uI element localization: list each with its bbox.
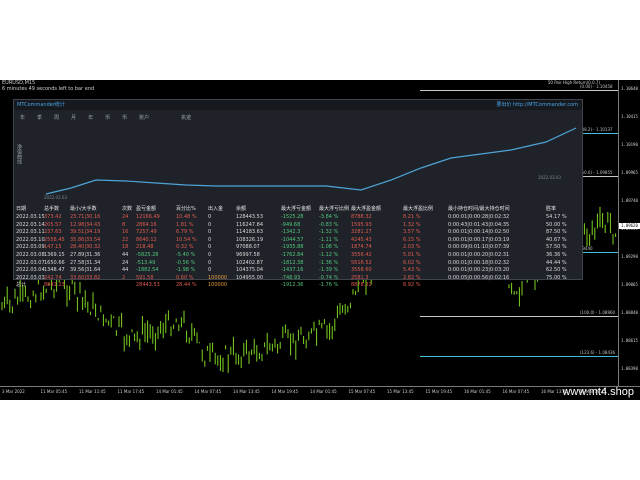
table-header-cell[interactable]: 出入金 xyxy=(208,205,223,213)
price-tick-label: 1.08390 xyxy=(621,366,638,371)
fibonacci-level-tag: (0.00) - 1.10458 xyxy=(580,84,613,89)
equity-line xyxy=(45,127,577,195)
equity-start-date: 2022.03.03 xyxy=(44,195,67,200)
period-toolbar: 年 季 周 月 年 币 币 账户 执迹 xyxy=(20,114,203,122)
fibonacci-level-line[interactable] xyxy=(420,90,618,91)
price-tick-label: 1.08615 xyxy=(621,338,638,343)
fibonacci-level-tag: (123.6) - 1.08436 xyxy=(580,350,616,355)
table-header-cell[interactable]: 最小持仓时间/最大持仓时间 xyxy=(448,205,510,213)
price-tick-label: 1.10640 xyxy=(621,86,638,91)
time-tick-label: 16 Mar 01:45 xyxy=(464,389,491,394)
table-header-cell[interactable]: 盈亏金额 xyxy=(136,205,156,213)
table-cell: 100000 xyxy=(208,282,228,289)
equity-curve xyxy=(45,127,577,195)
time-tick-label: 15 Mar 19:45 xyxy=(425,389,453,394)
time-tick-label: 3 Mar 2022 xyxy=(2,389,25,394)
table-cell: 8841.23 xyxy=(44,282,65,289)
toolbar-item[interactable]: 月 xyxy=(71,114,76,122)
table-header-cell[interactable]: 日期 xyxy=(16,205,26,213)
price-tick-label: 1.09290 xyxy=(621,254,638,259)
time-tick-label: 15 Mar 13:45 xyxy=(387,389,414,394)
toolbar-item[interactable]: 年 xyxy=(88,114,93,122)
table-header-cell[interactable]: 最小/大手数 xyxy=(70,205,97,213)
time-tick-label: 16 Mar 07:45 xyxy=(502,389,530,394)
price-tick-label: 1.09740 xyxy=(621,198,638,203)
table-header-cell[interactable]: 余额 xyxy=(236,205,246,213)
fibonacci-level-tag: (38.2) - 1.10137 xyxy=(580,127,613,132)
table-header-cell[interactable]: 次数 xyxy=(122,205,132,213)
statistics-panel[interactable]: MTCommander统计 要出价 http://MTCommander.com… xyxy=(13,99,583,288)
time-axis[interactable]: 3 Mar 2022 11 Mar 05:45 11 Mar 11:45 11 Mar… xyxy=(0,386,640,400)
table-total-row[interactable]: 总计 8841.23 28443.53 28.44 % 100000 -1912.36 -1… xyxy=(16,281,582,289)
time-tick-label: 15 Mar 07:45 xyxy=(348,389,376,394)
site-watermark: www.mt4.shop xyxy=(562,386,634,398)
table-header-cell[interactable]: 最大浮盈金额 xyxy=(351,205,381,213)
price-tick-label: 1.09065 xyxy=(621,282,638,287)
toolbar-item[interactable]: 年 xyxy=(20,114,25,122)
current-price-label: 1.09620 xyxy=(619,223,640,229)
time-tick-label: 14 Mar 19:45 xyxy=(271,389,299,394)
table-header-cell[interactable]: 胜率 xyxy=(546,205,556,213)
price-axis[interactable]: 1.106401.104151.101901.099651.097401.095… xyxy=(618,80,640,386)
table-header-cell[interactable]: 最大浮亏金额 xyxy=(281,205,311,213)
price-tick-label: 1.10190 xyxy=(621,142,638,147)
time-tick-label: 14 Mar 13:45 xyxy=(233,389,260,394)
time-tick-label: 11 Mar 11:45 xyxy=(79,389,106,394)
table-cell: 28443.53 xyxy=(136,282,160,289)
price-tick-label: 1.10415 xyxy=(621,114,638,119)
table-header-cell[interactable]: 百分比% xyxy=(176,205,196,213)
time-tick-label: 14 Mar 07:45 xyxy=(194,389,222,394)
toolbar-item[interactable]: 币 xyxy=(105,114,110,122)
fibonacci-level-tag: (50.0) - 1.09855 xyxy=(580,170,613,175)
time-tick-label: 14 Mar 01:45 xyxy=(310,389,337,394)
toolbar-item[interactable]: 执迹 xyxy=(181,114,191,122)
toolbar-item[interactable]: 账户 xyxy=(139,114,149,122)
price-tick-label: 1.08840 xyxy=(621,310,638,315)
table-header-row: 日期 总手数 最小/大手数 次数 盈亏金额 百分比% 出入金 余额 最大浮亏金额 最大浮亏比例 最大… xyxy=(16,205,582,213)
toolbar-item[interactable]: 周 xyxy=(54,114,59,122)
table-cell: -1.76 % xyxy=(319,282,339,289)
mt4-chart-window: EURUSD,M15 6 minutes 49 seconds left to … xyxy=(0,80,640,400)
table-cell: 8878.22 xyxy=(351,282,372,289)
panel-header[interactable]: MTCommander统计 要出价 http://MTCommander.com xyxy=(14,100,582,110)
website-link[interactable]: 要出价 http://MTCommander.com xyxy=(496,101,578,108)
table-cell: 28.44 % xyxy=(176,282,197,289)
table-cell: 8.92 % xyxy=(403,282,421,289)
time-tick-label: 11 Mar 17:45 xyxy=(117,389,145,394)
table-cell: -1912.36 xyxy=(281,282,304,289)
table-cell: 总计 xyxy=(16,282,27,289)
fibonacci-level-line[interactable] xyxy=(420,356,618,357)
time-tick-label: 11 Mar 05:45 xyxy=(40,389,68,394)
table-header-cell[interactable]: 最大浮盈比例 xyxy=(403,205,433,213)
fibonacci-level-line[interactable] xyxy=(420,316,618,317)
table-header-cell[interactable]: 最大浮亏比例 xyxy=(319,205,349,213)
panel-title: MTCommander统计 xyxy=(17,102,65,108)
fibonacci-level-tag: (100.0) - 1.08960 xyxy=(580,310,616,315)
price-tick-label: 1.09965 xyxy=(621,170,638,175)
equity-end-date: 2022.03.03 xyxy=(538,175,561,180)
toolbar-item[interactable]: 季 xyxy=(37,114,42,122)
time-tick-label: 14 Mar 01:45 xyxy=(156,389,183,394)
toolbar-item[interactable]: 币 xyxy=(122,114,127,122)
table-header-cell[interactable]: 总手数 xyxy=(44,205,59,213)
